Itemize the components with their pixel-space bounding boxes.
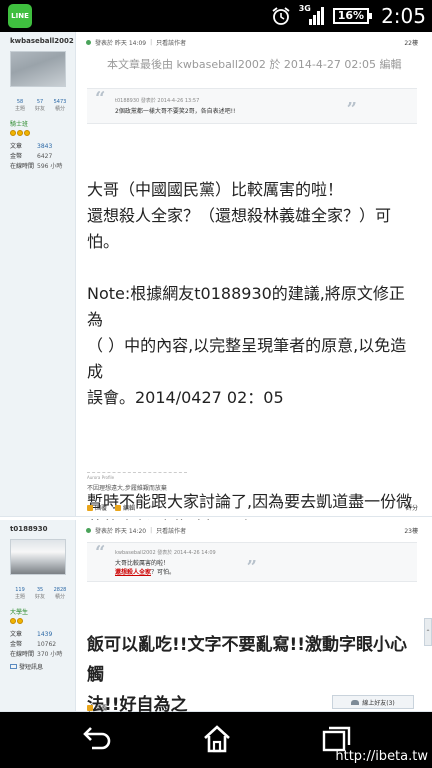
medal-icon <box>10 130 16 136</box>
reply-icon <box>87 504 93 511</box>
watermark: http://ibeta.tw <box>335 749 428 764</box>
author-only-link[interactable]: 只看該作者 <box>156 526 186 535</box>
medal-icon <box>10 618 16 624</box>
user-rank: 大學生 <box>10 609 29 616</box>
edit-button[interactable]: 編輯 <box>115 503 135 512</box>
rate-button[interactable]: 評分 <box>406 503 418 512</box>
reply-button[interactable]: 回覆 <box>87 703 107 712</box>
scroll-top-button[interactable]: ⌃ <box>424 618 432 646</box>
pencil-icon <box>115 504 122 511</box>
author-info: 文章 1439 金幣 10762 在線時間 370 小時 <box>10 630 63 658</box>
author-stats: 119 主題 35 好友 2828 積分 <box>10 587 70 601</box>
signature-label: Aurora Profile <box>87 475 115 480</box>
floor-number[interactable]: 23樓 <box>404 526 418 535</box>
post-main: 發表於 昨天 14:09 | 只看該作者 22樓 本文章最後由 kwbaseba… <box>77 32 432 537</box>
quote-text-tail: ？可怕。 <box>151 569 176 576</box>
medal-badges <box>10 618 75 624</box>
home-icon[interactable] <box>200 724 234 754</box>
status-bar: LINE 3G 16% 2:05 <box>0 0 432 32</box>
post-count[interactable]: 3843 <box>37 142 52 152</box>
medal-icon <box>17 618 23 624</box>
medal-icon <box>17 130 23 136</box>
close-quote-icon: ” <box>246 557 257 578</box>
author-stats: 58 主題 57 好友 5473 積分 <box>10 99 70 113</box>
post-actions: 回覆 編輯 評分 <box>87 503 418 512</box>
stat-points[interactable]: 2828 積分 <box>50 587 70 601</box>
author-sidebar: kwbaseball2002 58 主題 57 好友 5473 積分 騎士班 文章 38… <box>0 32 76 516</box>
stat-points[interactable]: 5473 積分 <box>50 99 70 113</box>
quote-text: 2個政黨都一樣大哥不要笑2哥，各自表述吧!! <box>115 108 236 115</box>
signal-icon: 3G <box>299 4 325 27</box>
stat-topics[interactable]: 119 主題 <box>10 587 30 601</box>
back-icon[interactable] <box>80 724 114 754</box>
clock-time: 2:05 <box>381 4 426 28</box>
send-message-link[interactable]: 發短訊息 <box>10 662 75 671</box>
people-icon <box>351 699 360 705</box>
close-quote-icon: ” <box>346 99 357 120</box>
post-23: t0188930 119 主題 35 好友 2828 積分 大學生 文章 1439 金幣… <box>0 520 432 712</box>
quote-header[interactable]: kwbaseball2002 發表於 2014-4-26 14:09 <box>115 549 216 556</box>
quote-block: “ ” kwbaseball2002 發表於 2014-4-26 14:09 大… <box>87 542 417 582</box>
reply-icon <box>87 704 93 711</box>
forum-thread: kwbaseball2002 58 主題 57 好友 5473 積分 騎士班 文章 38… <box>0 32 432 712</box>
open-quote-icon: “ <box>95 88 106 109</box>
stat-topics[interactable]: 58 主題 <box>10 99 30 113</box>
battery-indicator: 16% <box>332 8 373 24</box>
alarm-clock-icon <box>272 7 290 25</box>
online-status-icon <box>86 528 91 533</box>
author-info: 文章 3843 金幣 6427 在線時間 596 小時 <box>10 142 63 170</box>
user-rank: 騎士班 <box>10 121 29 128</box>
author-only-link[interactable]: 只看該作者 <box>156 38 186 47</box>
post-meta: 發表於 昨天 14:20 | 只看該作者 <box>86 526 186 535</box>
medal-badges <box>10 130 75 136</box>
medal-icon <box>24 130 30 136</box>
quote-highlight: 還想殺人全家 <box>115 569 152 576</box>
edit-notice: 本文章最後由 kwbaseball2002 於 2014-4-27 02:05 … <box>107 58 402 71</box>
open-quote-icon: “ <box>95 542 106 563</box>
floor-number[interactable]: 22樓 <box>404 38 418 47</box>
post-count[interactable]: 1439 <box>37 630 52 640</box>
stat-friends[interactable]: 57 好友 <box>30 99 50 113</box>
quote-header[interactable]: t0188930 發表於 2014-4-26 13:57 <box>115 97 199 104</box>
author-name[interactable]: kwbaseball2002 <box>10 37 75 45</box>
online-time: 370 小時 <box>37 651 63 658</box>
coin-count: 10762 <box>37 641 57 648</box>
post-22: kwbaseball2002 58 主題 57 好友 5473 積分 騎士班 文章 38… <box>0 32 432 537</box>
quote-block: “ ” t0188930 發表於 2014-4-26 13:57 2個政黨都一樣… <box>87 88 417 124</box>
online-time: 596 小時 <box>37 163 63 170</box>
post-main: 發表於 昨天 14:20 | 只看該作者 23樓 “ ” kwbaseball2… <box>77 520 432 712</box>
author-name[interactable]: t0188930 <box>10 525 75 533</box>
avatar[interactable] <box>10 539 66 575</box>
post-time: 發表於 昨天 14:09 <box>95 40 147 47</box>
stat-friends[interactable]: 35 好友 <box>30 587 50 601</box>
avatar[interactable] <box>10 51 66 87</box>
navigation-bar: http://ibeta.tw <box>0 712 432 768</box>
coin-count: 6427 <box>37 153 53 160</box>
online-friends-button[interactable]: 線上好友(3) <box>332 695 414 709</box>
line-app-icon[interactable]: LINE <box>8 4 32 28</box>
signature-divider <box>87 472 187 473</box>
post-meta: 發表於 昨天 14:09 | 只看該作者 <box>86 38 186 47</box>
quote-text: 大哥比較厲害的啦！ <box>115 560 170 567</box>
online-status-icon <box>86 40 91 45</box>
post-time: 發表於 昨天 14:20 <box>95 528 147 535</box>
author-sidebar: t0188930 119 主題 35 好友 2828 積分 大學生 文章 1439 金幣… <box>0 520 76 711</box>
reply-button[interactable]: 回覆 <box>87 503 107 512</box>
signature-text: 不因理想遠大,步履維艱而放棄 <box>87 485 167 492</box>
envelope-icon <box>10 664 17 669</box>
